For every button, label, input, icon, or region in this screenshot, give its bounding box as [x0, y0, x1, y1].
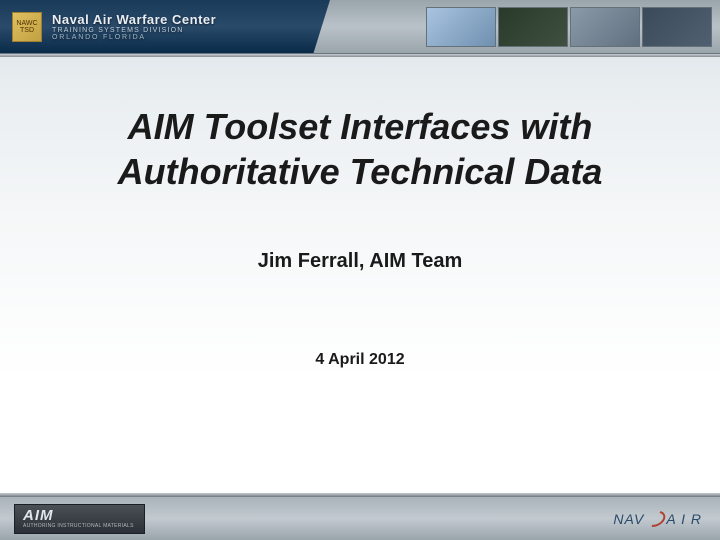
date-line: 4 April 2012 — [60, 351, 660, 369]
org-text-block: Naval Air Warfare Center TRAINING SYSTEM… — [52, 12, 216, 41]
title-line-1: AIM Toolset Interfaces with — [128, 106, 593, 147]
aim-logo-text: AIM — [23, 508, 134, 523]
org-division: TRAINING SYSTEMS DIVISION — [52, 27, 216, 34]
aim-logo-subtitle: AUTHORING INSTRUCTIONAL MATERIALS — [23, 523, 134, 529]
org-badge-icon: NAWC TSD — [12, 12, 42, 42]
slide-content: AIM Toolset Interfaces with Authoritativ… — [0, 54, 720, 369]
org-location: ORLANDO FLORIDA — [52, 34, 216, 41]
header-divider — [0, 54, 720, 57]
header-image-pilot — [498, 7, 568, 47]
footer-bar: AIM AUTHORING INSTRUCTIONAL MATERIALS NA… — [0, 496, 720, 540]
org-title: Naval Air Warfare Center — [52, 12, 216, 27]
navair-swoosh-icon — [646, 512, 664, 526]
title-line-2: Authoritative Technical Data — [118, 151, 603, 192]
navair-prefix: NAV — [613, 511, 644, 527]
navair-suffix: A I R — [666, 511, 702, 527]
header-image-jet — [426, 7, 496, 47]
footer-divider — [0, 493, 720, 496]
author-line: Jim Ferrall, AIM Team — [60, 250, 660, 273]
org-banner: NAWC TSD Naval Air Warfare Center TRAINI… — [0, 0, 330, 53]
aim-logo: AIM AUTHORING INSTRUCTIONAL MATERIALS — [14, 504, 145, 534]
header-image-strip — [426, 7, 712, 47]
header-image-ship — [570, 7, 640, 47]
header-bar: NAWC TSD Naval Air Warfare Center TRAINI… — [0, 0, 720, 54]
header-image-crew — [642, 7, 712, 47]
slide-title: AIM Toolset Interfaces with Authoritativ… — [60, 104, 660, 194]
navair-logo: NAV A I R — [613, 511, 702, 527]
